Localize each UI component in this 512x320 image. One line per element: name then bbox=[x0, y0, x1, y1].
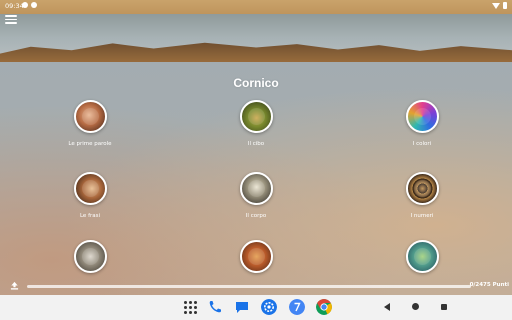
clock-icon[interactable] bbox=[289, 299, 305, 315]
battery-icon bbox=[503, 2, 507, 9]
hamburger-menu-icon[interactable] bbox=[5, 15, 17, 24]
page-title: Cornico bbox=[233, 76, 279, 90]
speaking-thumbnail bbox=[73, 172, 107, 205]
category-label: Le prime parole bbox=[68, 141, 112, 147]
status-left-icons bbox=[22, 2, 37, 8]
status-bar: 09:34 bbox=[0, 0, 512, 12]
category-label: I colori bbox=[412, 141, 432, 147]
category-label: Le frasi bbox=[79, 213, 101, 219]
back-icon[interactable] bbox=[384, 303, 392, 311]
chrome-icon[interactable] bbox=[316, 299, 332, 315]
category-i-numeri[interactable]: I numeri bbox=[372, 172, 472, 219]
status-right-icons bbox=[492, 2, 507, 9]
baby-face-thumbnail bbox=[73, 100, 107, 133]
category-le-prime-parole[interactable]: Le prime parole bbox=[40, 100, 140, 147]
clothes-thumbnail bbox=[239, 240, 273, 273]
animal-thumbnail bbox=[73, 240, 107, 273]
taskbar bbox=[0, 295, 512, 320]
category-item-8[interactable] bbox=[206, 240, 306, 273]
settings-icon[interactable] bbox=[261, 299, 277, 315]
home-icon[interactable] bbox=[412, 303, 420, 311]
category-label: Il cibo bbox=[247, 141, 265, 147]
food-thumbnail bbox=[239, 100, 273, 133]
notification-icon bbox=[31, 2, 37, 8]
colors-thumbnail bbox=[405, 100, 439, 133]
skeleton-thumbnail bbox=[239, 172, 273, 205]
messages-icon[interactable] bbox=[234, 299, 250, 315]
sim-icon bbox=[22, 2, 28, 8]
category-item-9[interactable] bbox=[372, 240, 472, 273]
progress-points: 0/2475 Punti bbox=[469, 282, 509, 288]
wifi-icon bbox=[492, 2, 500, 9]
nature-thumbnail bbox=[405, 240, 439, 273]
status-time: 09:34 bbox=[5, 2, 24, 10]
category-label: Il corpo bbox=[245, 213, 267, 219]
phone-icon[interactable] bbox=[207, 299, 223, 315]
category-label: I numeri bbox=[410, 213, 434, 219]
progress-bar bbox=[27, 285, 471, 288]
category-le-frasi[interactable]: Le frasi bbox=[40, 172, 140, 219]
progress-row: 0/2475 Punti bbox=[0, 279, 512, 293]
upload-icon[interactable] bbox=[10, 281, 19, 290]
category-item-7[interactable] bbox=[40, 240, 140, 273]
category-il-corpo[interactable]: Il corpo bbox=[206, 172, 306, 219]
recents-icon[interactable] bbox=[441, 304, 449, 312]
category-il-cibo[interactable]: Il cibo bbox=[206, 100, 306, 147]
category-i-colori[interactable]: I colori bbox=[372, 100, 472, 147]
numbers-thumbnail bbox=[405, 172, 439, 205]
app-drawer-icon[interactable] bbox=[182, 299, 198, 315]
